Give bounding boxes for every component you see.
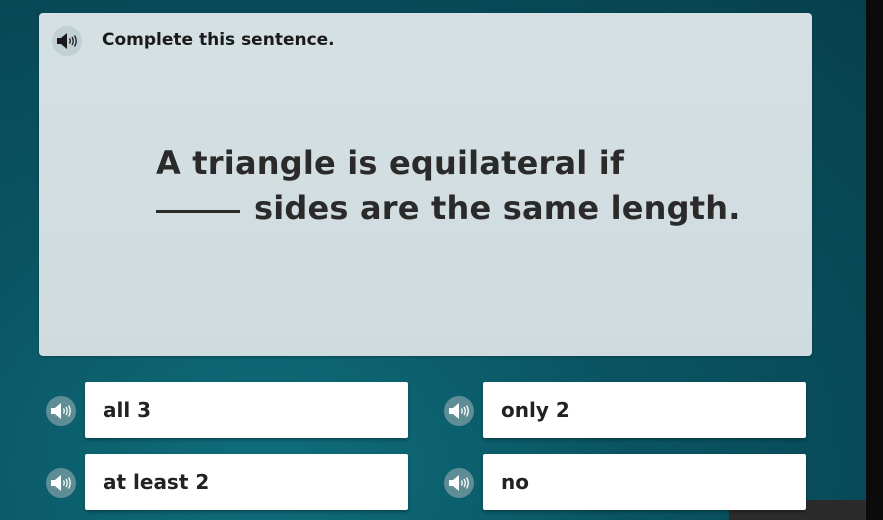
speaker-icon [57, 33, 77, 49]
speaker-icon [51, 403, 71, 419]
answer-3-speaker-button[interactable] [46, 468, 76, 498]
answer-option-4[interactable]: no [483, 454, 806, 510]
answer-label: only 2 [501, 398, 570, 422]
answer-2-speaker-button[interactable] [444, 396, 474, 426]
answer-blank [156, 210, 240, 213]
answer-option-1[interactable]: all 3 [85, 382, 408, 438]
question-prompt: A triangle is equilateral if sides are t… [156, 141, 756, 231]
speaker-icon [449, 475, 469, 491]
answer-label: no [501, 470, 529, 494]
prompt-line-2-text: sides are the same length. [254, 189, 741, 227]
speaker-icon [449, 403, 469, 419]
prompt-line-2: sides are the same length. [156, 186, 756, 231]
answer-1-speaker-button[interactable] [46, 396, 76, 426]
answer-option-3[interactable]: at least 2 [85, 454, 408, 510]
answer-4-speaker-button[interactable] [444, 468, 474, 498]
answer-label: at least 2 [103, 470, 210, 494]
instruction-speaker-button[interactable] [52, 26, 82, 56]
answer-option-2[interactable]: only 2 [483, 382, 806, 438]
speaker-icon [51, 475, 71, 491]
prompt-line-1: A triangle is equilateral if [156, 144, 625, 182]
question-card: Complete this sentence. A triangle is eq… [39, 13, 812, 356]
answer-label: all 3 [103, 398, 152, 422]
right-edge-strip [866, 0, 883, 520]
instruction-text: Complete this sentence. [102, 30, 335, 50]
